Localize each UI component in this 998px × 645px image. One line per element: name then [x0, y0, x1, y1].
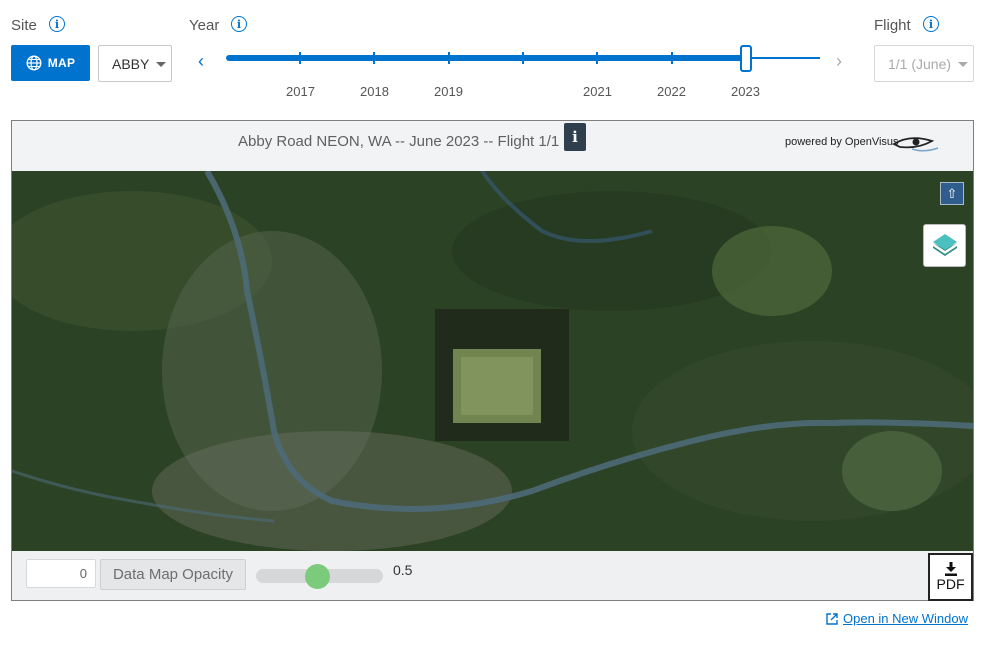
site-info-icon[interactable]: i: [49, 16, 65, 32]
download-icon: [944, 562, 957, 576]
year-slider-rail[interactable]: [746, 57, 820, 59]
satellite-map[interactable]: ⇧: [12, 171, 973, 551]
site-select-value: ABBY: [112, 55, 150, 72]
year-info-icon[interactable]: i: [231, 16, 247, 32]
year-tick-label: 2019: [434, 84, 463, 99]
flight-info-icon[interactable]: i: [923, 16, 939, 32]
site-caret-icon: [156, 62, 166, 67]
year-tick-label: 2021: [583, 84, 612, 99]
pdf-download-button[interactable]: PDF: [928, 553, 973, 601]
layers-icon: [932, 233, 957, 256]
opacity-value: 0.5: [393, 562, 413, 578]
open-new-window-label: Open in New Window: [843, 611, 968, 626]
pdf-label: PDF: [936, 576, 965, 592]
viewer-info-icon[interactable]: i: [564, 123, 586, 151]
year-tick: [373, 52, 375, 64]
map-viewer: Abby Road NEON, WA -- June 2023 -- Fligh…: [11, 120, 974, 601]
layers-button[interactable]: [923, 224, 966, 267]
year-tick-label: 2022: [657, 84, 686, 99]
viewer-bottom-bar: 0 Data Map Opacity 0.5 PDF: [12, 551, 973, 601]
year-tick: [448, 52, 450, 64]
map-terrain: [12, 171, 973, 551]
openvisus-logo-icon: [892, 137, 939, 152]
year-slider-track[interactable]: [226, 55, 746, 61]
year-tick: [522, 52, 524, 64]
map-button-label: MAP: [47, 56, 76, 70]
data-map-opacity-button[interactable]: Data Map Opacity: [100, 559, 246, 590]
map-button[interactable]: MAP: [11, 45, 90, 81]
year-tick: [596, 52, 598, 64]
year-tick-label: 2017: [286, 84, 315, 99]
site-label: Site: [11, 17, 37, 34]
year-tick: [299, 52, 301, 64]
open-new-window-link[interactable]: Open in New Window: [826, 611, 968, 626]
flight-label: Flight: [874, 17, 911, 34]
chevron-right-icon[interactable]: ›: [836, 52, 842, 70]
flight-select-value: 1/1 (June): [888, 55, 952, 72]
flight-select[interactable]: 1/1 (June): [874, 45, 974, 82]
year-label: Year: [189, 17, 220, 34]
opacity-number-input[interactable]: 0: [26, 559, 96, 588]
globe-icon: [26, 55, 42, 71]
year-tick-label: 2023: [731, 84, 760, 99]
viewer-title: Abby Road NEON, WA -- June 2023 -- Fligh…: [238, 133, 560, 150]
flight-caret-icon: [958, 62, 968, 67]
chevron-left-icon[interactable]: ‹: [198, 52, 204, 70]
collapse-up-button[interactable]: ⇧: [940, 182, 964, 205]
year-tick-label: 2018: [360, 84, 389, 99]
year-slider-thumb[interactable]: [740, 45, 752, 72]
year-tick: [671, 52, 673, 64]
site-select[interactable]: ABBY: [98, 45, 172, 82]
opacity-slider-thumb[interactable]: [305, 564, 330, 589]
powered-by-text: powered by OpenVisus: [785, 136, 899, 148]
external-link-icon: [826, 612, 838, 625]
